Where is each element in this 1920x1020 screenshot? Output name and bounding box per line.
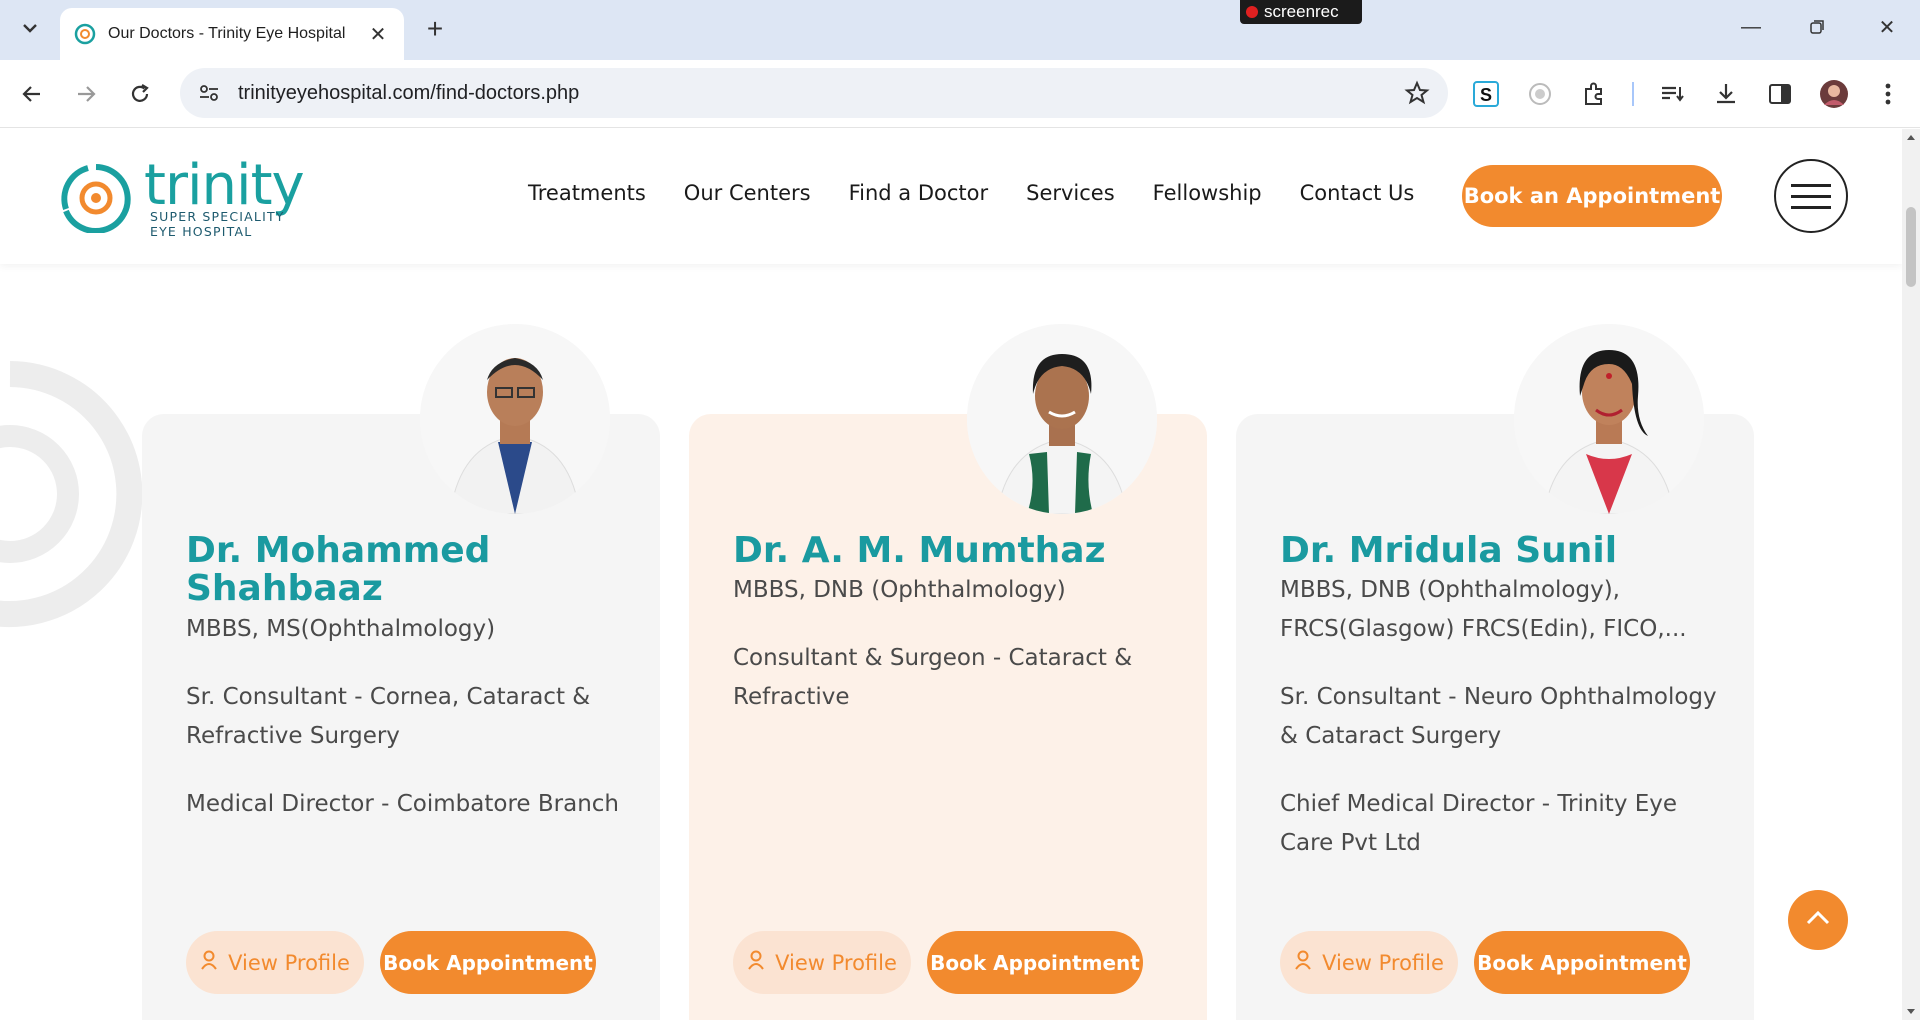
- user-icon: [747, 950, 765, 975]
- user-icon: [1294, 950, 1312, 975]
- favicon-icon: [74, 23, 96, 45]
- site-settings-icon[interactable]: [194, 78, 224, 108]
- logo-subtitle-1: SUPER SPECIALITY: [150, 209, 285, 224]
- profile-avatar[interactable]: [1818, 78, 1850, 110]
- background-eye-icon: [0, 354, 150, 634]
- chevron-up-icon: [1805, 910, 1831, 931]
- book-appointment-button[interactable]: Book Appointment: [380, 931, 596, 994]
- side-panel-icon[interactable]: [1764, 78, 1796, 110]
- forward-icon[interactable]: [68, 76, 104, 112]
- doctor-name: Dr. A. M. Mumthaz: [733, 530, 1106, 571]
- more-menu-icon[interactable]: [1872, 78, 1904, 110]
- scroll-to-top-button[interactable]: [1788, 890, 1848, 950]
- doctor-photo: [420, 324, 610, 514]
- doctor-name: Dr. Mohammed Shahbaaz: [186, 530, 491, 609]
- book-appointment-button[interactable]: Book Appointment: [1474, 931, 1690, 994]
- nav-our-centers[interactable]: Our Centers: [684, 181, 811, 205]
- close-icon[interactable]: ✕: [366, 22, 390, 46]
- doctor-photo: [1514, 324, 1704, 514]
- nav-fellowship[interactable]: Fellowship: [1153, 181, 1262, 205]
- extensions-icon[interactable]: [1578, 78, 1610, 110]
- site-header: trinity SUPER SPECIALITY EYE HOSPITAL Tr…: [0, 129, 1902, 264]
- doctor-extra: Chief Medical Director - Trinity Eye Car…: [1280, 791, 1678, 856]
- book-an-appointment-button[interactable]: Book an Appointment: [1462, 165, 1722, 227]
- scroll-down-arrow-icon[interactable]: [1906, 1008, 1916, 1016]
- restore-icon[interactable]: [1802, 12, 1832, 42]
- doctor-extra: Medical Director - Coimbatore Branch: [186, 791, 619, 817]
- doctor-role: Sr. Consultant - Cornea, Cataract & Refr…: [186, 684, 591, 749]
- hamburger-menu-icon[interactable]: [1774, 159, 1848, 233]
- nav-treatments[interactable]: Treatments: [528, 181, 646, 205]
- scroll-thumb[interactable]: [1906, 207, 1916, 287]
- active-tab[interactable]: Our Doctors - Trinity Eye Hospital ✕: [60, 8, 404, 60]
- doctor-name: Dr. Mridula Sunil: [1280, 530, 1618, 571]
- user-icon: [200, 950, 218, 975]
- record-dot-icon: [1246, 6, 1258, 18]
- download-icon[interactable]: [1710, 78, 1742, 110]
- page-viewport: trinity SUPER SPECIALITY EYE HOSPITAL Tr…: [0, 129, 1902, 1020]
- window-close-icon[interactable]: ✕: [1872, 12, 1902, 42]
- doctor-card: Dr. Mridula Sunil MBBS, DNB (Ophthalmolo…: [1236, 324, 1754, 1020]
- tab-title: Our Doctors - Trinity Eye Hospital: [108, 25, 346, 42]
- nav-contact-us[interactable]: Contact Us: [1300, 181, 1415, 205]
- doctor-card: Dr. A. M. Mumthaz MBBS, DNB (Ophthalmolo…: [689, 324, 1207, 1020]
- main-nav: Treatments Our Centers Find a Doctor Ser…: [528, 181, 1452, 205]
- view-profile-button[interactable]: View Profile: [1280, 931, 1458, 994]
- svg-text:S: S: [1480, 85, 1492, 105]
- doctor-qualification: MBBS, DNB (Ophthalmology): [733, 577, 1066, 603]
- back-icon[interactable]: [14, 76, 50, 112]
- doctor-role: Sr. Consultant - Neuro Ophthalmology & C…: [1280, 684, 1717, 749]
- recorder-label: screenrec: [1264, 2, 1339, 21]
- nav-services[interactable]: Services: [1026, 181, 1115, 205]
- logo-subtitle-2: EYE HOSPITAL: [150, 224, 253, 239]
- extension-record-icon[interactable]: [1524, 78, 1556, 110]
- book-appointment-button[interactable]: Book Appointment: [927, 931, 1143, 994]
- reload-icon[interactable]: [122, 76, 158, 112]
- doctor-photo: [967, 324, 1157, 514]
- reading-list-icon[interactable]: [1656, 78, 1688, 110]
- url-text: trinityeyehospital.com/find-doctors.php: [238, 81, 580, 104]
- page-scrollbar[interactable]: [1902, 129, 1920, 1020]
- view-profile-button[interactable]: View Profile: [733, 931, 911, 994]
- new-tab-button[interactable]: +: [420, 13, 450, 44]
- view-profile-button[interactable]: View Profile: [186, 931, 364, 994]
- toolbar-divider: [1632, 82, 1634, 106]
- view-profile-label: View Profile: [775, 950, 897, 975]
- browser-tab-bar: Our Doctors - Trinity Eye Hospital ✕ + s…: [0, 0, 1920, 60]
- address-bar[interactable]: trinityeyehospital.com/find-doctors.php: [180, 68, 1448, 118]
- scroll-up-arrow-icon[interactable]: [1906, 133, 1916, 141]
- extension-s-icon[interactable]: S: [1470, 78, 1502, 110]
- browser-toolbar: trinityeyehospital.com/find-doctors.php …: [0, 60, 1920, 128]
- screen-recorder-badge: screenrec: [1240, 0, 1362, 24]
- doctor-qualification: MBBS, MS(Ophthalmology): [186, 616, 496, 642]
- star-icon[interactable]: [1404, 80, 1430, 106]
- tab-list-icon[interactable]: [12, 10, 48, 46]
- nav-find-a-doctor[interactable]: Find a Doctor: [849, 181, 989, 205]
- minimize-icon[interactable]: —: [1736, 12, 1766, 42]
- doctor-role: Consultant & Surgeon - Cataract & Refrac…: [733, 645, 1133, 710]
- trinity-logo[interactable]: trinity SUPER SPECIALITY EYE HOSPITAL: [58, 153, 308, 239]
- view-profile-label: View Profile: [228, 950, 350, 975]
- doctor-qualification: MBBS, DNB (Ophthalmology), FRCS(Glasgow)…: [1280, 577, 1687, 642]
- view-profile-label: View Profile: [1322, 950, 1444, 975]
- doctor-card: Dr. Mohammed Shahbaaz MBBS, MS(Ophthalmo…: [142, 324, 660, 1020]
